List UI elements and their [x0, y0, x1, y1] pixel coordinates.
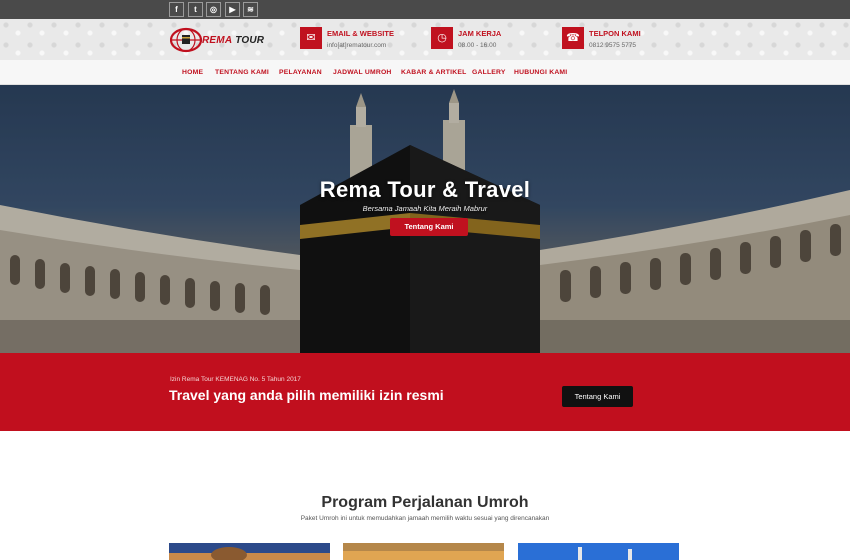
program-title: Program Perjalanan Umroh	[321, 494, 529, 511]
hero-title: Rema Tour & Travel	[319, 177, 531, 202]
license-tentang-kami-button[interactable]: Tentang Kami	[562, 386, 633, 407]
phone-icon: ☎	[562, 27, 584, 49]
program-card-image	[518, 543, 679, 560]
youtube-icon[interactable]: ▶	[225, 2, 240, 17]
top-social-bar: f t ◎ ▶ ≋	[0, 0, 850, 19]
globe-logo-icon	[170, 27, 202, 53]
program-card-3[interactable]	[518, 543, 679, 560]
envelope-icon: ✉	[300, 27, 322, 49]
nav-hubungi-kami[interactable]: HUBUNGI KAMI	[514, 69, 567, 76]
twitter-icon[interactable]: t	[188, 2, 203, 17]
nav-pelayanan[interactable]: PELAYANAN	[279, 69, 322, 76]
email-value[interactable]: info[at]rematour.com	[327, 42, 386, 49]
site-header: REMA TOUR ✉ EMAIL & WEBSITE info[at]rema…	[0, 19, 850, 60]
hours-title: JAM KERJA	[458, 29, 502, 38]
nav-kabar-artikel[interactable]: KABAR & ARTIKEL	[401, 69, 466, 76]
program-card-image	[343, 543, 504, 560]
license-headline: Travel yang anda pilih memiliki izin res…	[169, 387, 444, 403]
license-number: Izin Rema Tour KEMENAG No. 5 Tahun 2017	[170, 376, 301, 383]
site-logo[interactable]: REMA TOUR	[170, 27, 270, 55]
hero-banner: Rema Tour & Travel Bersama Jamaah Kita M…	[0, 85, 850, 353]
program-card-image	[169, 543, 330, 560]
phone-title: TELPON KAMI	[589, 29, 641, 38]
license-banner: Izin Rema Tour KEMENAG No. 5 Tahun 2017 …	[0, 353, 850, 431]
program-subtitle: Paket Umroh ini untuk memudahkan jamaah …	[300, 515, 550, 522]
email-title: EMAIL & WEBSITE	[327, 29, 394, 38]
main-nav: HOME TENTANG KAMI PELAYANAN JADWAL UMROH…	[0, 60, 850, 85]
program-card-1[interactable]	[169, 543, 330, 560]
logo-wordmark: REMA TOUR	[202, 35, 265, 46]
program-card-2[interactable]	[343, 543, 504, 560]
instagram-icon[interactable]: ◎	[206, 2, 221, 17]
hero-tentang-kami-button[interactable]: Tentang Kami	[390, 218, 468, 236]
nav-gallery[interactable]: GALLERY	[472, 69, 506, 76]
nav-tentang-kami[interactable]: TENTANG KAMI	[215, 69, 269, 76]
rss-icon[interactable]: ≋	[243, 2, 258, 17]
nav-home[interactable]: HOME	[182, 69, 203, 76]
hero-subtitle: Bersama Jamaah Kita Meraih Mabrur	[362, 204, 488, 213]
facebook-icon[interactable]: f	[169, 2, 184, 17]
clock-icon: ◷	[431, 27, 453, 49]
nav-jadwal-umroh[interactable]: JADWAL UMROH	[333, 69, 392, 76]
hours-value: 08.00 - 16.00	[458, 42, 497, 49]
phone-value[interactable]: 0812 9575 5775	[589, 42, 636, 49]
